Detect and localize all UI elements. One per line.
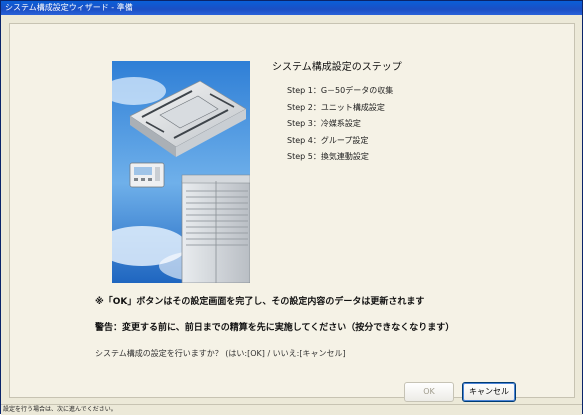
cancel-button[interactable]: キャンセル — [462, 382, 516, 402]
warning-message: 警告：変更する前に、前日までの精算を先に実施してください（按分できなくなります） — [95, 323, 455, 333]
ok-button-note: ※「OK」ボタンはその設定画面を完了し、その設定内容のデータは更新されます — [95, 297, 425, 307]
title-bar[interactable]: システム構成設定ウィザード - 準備 — [1, 1, 582, 15]
status-bar: 設定を行う場合は、次に進んでください。 — [1, 404, 582, 415]
step-item: Step 2：ユニット構成設定 — [287, 102, 385, 112]
step-item: Step 1：G－50データの収集 — [287, 86, 394, 95]
step-item: Step 4：グループ設定 — [287, 135, 369, 145]
air-conditioner-illustration — [112, 61, 250, 283]
ok-button[interactable]: OK — [404, 382, 454, 402]
step-item: Step 3：冷媒系設定 — [287, 119, 361, 128]
confirmation-question: システム構成の設定を行いますか？ (はい:[OK] / いいえ:[キャンセル] — [95, 349, 346, 358]
wizard-window: システム構成設定ウィザード - 準備 システム構成設定のステップ Step 1：… — [0, 0, 583, 415]
wizard-content-panel — [9, 23, 575, 398]
window-title: システム構成設定ウィザード - 準備 — [5, 3, 133, 12]
step-item: Step 5：換気連動設定 — [287, 152, 369, 161]
steps-heading: システム構成設定のステップ — [272, 62, 402, 73]
steps-list: Step 1：G－50データの収集 Step 2：ユニット構成設定 Step 3… — [287, 83, 393, 166]
